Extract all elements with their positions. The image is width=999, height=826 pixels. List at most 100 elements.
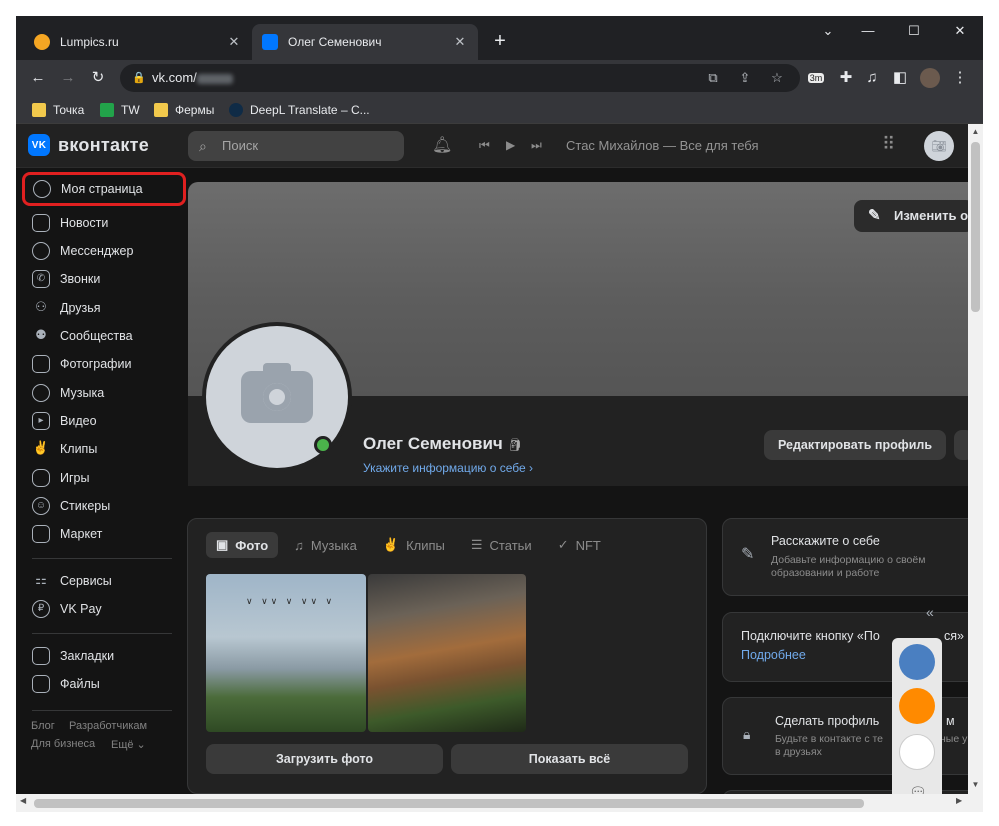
lumpics-favicon-icon [34, 34, 50, 50]
url-text: vk.com/ [152, 70, 197, 85]
moai-status-icon[interactable]: 🗿︎ [507, 437, 524, 452]
show-all-button[interactable]: Показать всё [451, 744, 688, 774]
sidebar-item-games[interactable]: Игры [24, 464, 184, 492]
tab-nft[interactable]: ✓ NFT [548, 532, 611, 558]
sidebar-item-messenger[interactable]: Мессенджер [24, 237, 184, 265]
horizontal-scroll-thumb[interactable] [34, 799, 864, 808]
close-icon[interactable]: ✕ [452, 34, 468, 50]
new-tab-button[interactable]: + [486, 28, 514, 56]
bookmark-tochka[interactable]: Точка [32, 100, 84, 120]
sidebar-item-files[interactable]: Файлы [24, 670, 184, 698]
sidebar-item-my-page[interactable]: Моя страница [22, 172, 186, 206]
qiwi-icon[interactable] [899, 688, 935, 724]
scroll-up-icon[interactable]: ▲ [968, 127, 983, 136]
services-icon: ⚏ [35, 572, 47, 587]
vk-logo[interactable]: VK вконтакте [28, 134, 149, 156]
footer-blog-link[interactable]: Блог [31, 720, 55, 732]
extensions-puzzle-icon[interactable]: ✚ [832, 64, 860, 92]
maximize-button[interactable]: ☐ [891, 16, 937, 46]
tab-lumpics[interactable]: Lumpics.ru ✕ [24, 24, 252, 60]
collapse-panel-icon[interactable]: « [926, 604, 934, 620]
bookmark-star-icon[interactable]: ☆ [764, 64, 790, 92]
connect-card-more-link[interactable]: Подробнее [741, 648, 806, 662]
address-bar[interactable]: 🔒 vk.com/ ⧉ ⇪ ☆ [120, 64, 800, 92]
previous-track-icon[interactable]: ⏮︎ [479, 138, 490, 153]
now-playing-track[interactable]: Стас Михайлов — Все для тебя [566, 138, 759, 153]
tab-photo[interactable]: ▣ Фото [206, 532, 279, 558]
sidebar-item-label: Моя страница [61, 182, 143, 196]
search-input[interactable]: ⌕ Поиск [188, 131, 404, 161]
play-icon[interactable]: ▶ [506, 138, 515, 152]
forward-icon[interactable]: → [54, 64, 82, 92]
vertical-scrollbar[interactable]: ▲ ▼ [968, 124, 983, 794]
bookmark-deepl[interactable]: DeepL Translate – C... [229, 100, 370, 120]
bookmark-fermy[interactable]: Фермы [154, 100, 214, 120]
edit-profile-button[interactable]: Редактировать профиль [764, 430, 946, 460]
tab-label: NFT [575, 537, 601, 553]
header-avatar[interactable]: 📷︎ [924, 131, 954, 161]
tab-label: Фото [235, 537, 269, 553]
footer-business-link[interactable]: Для бизнеса [31, 738, 95, 750]
sidebar-item-friends[interactable]: ⚇ Друзья [24, 294, 184, 322]
sidebar-item-photos[interactable]: Фотографии [24, 350, 184, 378]
reload-icon[interactable]: ↻ [84, 64, 112, 92]
chat-bubble-icon[interactable]: 💬︎ [909, 784, 927, 794]
sidebar-item-stickers[interactable]: ☺ Стикеры [24, 492, 184, 520]
tab-vk-profile[interactable]: Олег Семенович ✕ [252, 24, 478, 60]
extension-panel: 💬︎ [892, 638, 942, 794]
games-icon [32, 469, 50, 487]
sidebar-item-music[interactable]: Музыка [24, 379, 184, 407]
photo-thumbnail-mountains[interactable] [368, 574, 526, 732]
bookmark-tw[interactable]: TW [100, 100, 140, 120]
articles-icon: ☰ [470, 537, 483, 552]
site-badge-icon[interactable] [899, 734, 935, 770]
sidebar-item-calls[interactable]: ✆ Звонки [24, 265, 184, 293]
sidebar-item-services[interactable]: ⚏ Сервисы [24, 567, 184, 595]
minimize-button[interactable]: — [845, 16, 891, 46]
message-icon [32, 242, 50, 260]
close-icon[interactable]: ✕ [226, 34, 242, 50]
extension-timer-icon[interactable]: 3m [802, 64, 830, 92]
horizontal-scrollbar[interactable]: ◀ ▶ [16, 794, 983, 812]
side-panel-icon[interactable]: ◧ [886, 64, 914, 92]
media-control-icon[interactable]: ♫ [858, 64, 886, 92]
private-card-title-end: м [946, 714, 955, 728]
next-track-icon[interactable]: ⏭︎ [531, 138, 542, 153]
photo-thumbnail-balloons[interactable]: ∨ ∨∨ ∨ ∨∨ ∨ [206, 574, 366, 732]
profile-avatar-icon[interactable] [916, 64, 944, 92]
share-icon[interactable]: ⇪ [732, 64, 758, 92]
translate-icon[interactable]: ⧉ [700, 64, 726, 92]
scroll-right-icon[interactable]: ▶ [956, 796, 962, 805]
pencil-icon: ✎ [741, 546, 755, 563]
music-icon [32, 384, 50, 402]
tab-label: Статьи [489, 537, 532, 553]
close-window-button[interactable]: ✕ [937, 16, 983, 46]
apps-grid-icon[interactable]: ⠿ [882, 134, 895, 155]
edit-cover-button[interactable]: ✎ Изменить о [854, 200, 968, 232]
menu-kebab-icon[interactable]: ⋮ [946, 64, 974, 92]
vertical-scroll-thumb[interactable] [971, 142, 980, 312]
upload-photo-button[interactable]: Загрузить фото [206, 744, 443, 774]
sidebar-item-bookmarks[interactable]: Закладки [24, 642, 184, 670]
sidebar-item-label: Файлы [60, 677, 100, 691]
tab-music[interactable]: ♫ Музыка [284, 532, 367, 558]
tab-articles[interactable]: ☰ Статьи [461, 532, 542, 558]
footer-developers-link[interactable]: Разработчикам [69, 720, 147, 732]
tab-clips[interactable]: ✌ Клипы [373, 532, 455, 558]
sidebar-item-communities[interactable]: ⚉ Сообщества [24, 322, 184, 350]
private-card-title: Сделать профиль [775, 714, 880, 728]
sidebar-item-video[interactable]: ▸ Видео [24, 407, 184, 435]
sidebar-item-news[interactable]: Новости [24, 209, 184, 237]
scroll-down-icon[interactable]: ▼ [968, 780, 983, 789]
bell-icon[interactable]: 🔔︎ [432, 135, 452, 155]
back-icon[interactable]: ← [24, 64, 52, 92]
profile-info-link[interactable]: Укажите информацию о себе › [363, 461, 533, 475]
sidebar-item-label: Музыка [60, 386, 105, 400]
sidebar-item-market[interactable]: Маркет [24, 520, 184, 548]
sidebar-item-vk-pay[interactable]: ₽ VK Pay [24, 595, 184, 623]
vpn-fox-icon[interactable] [899, 644, 935, 680]
more-actions-button[interactable] [954, 430, 968, 460]
sidebar-item-clips[interactable]: ✌ Клипы [24, 435, 184, 463]
scroll-left-icon[interactable]: ◀ [20, 796, 26, 805]
footer-more-link[interactable]: Ещё ⌄ [111, 738, 146, 751]
